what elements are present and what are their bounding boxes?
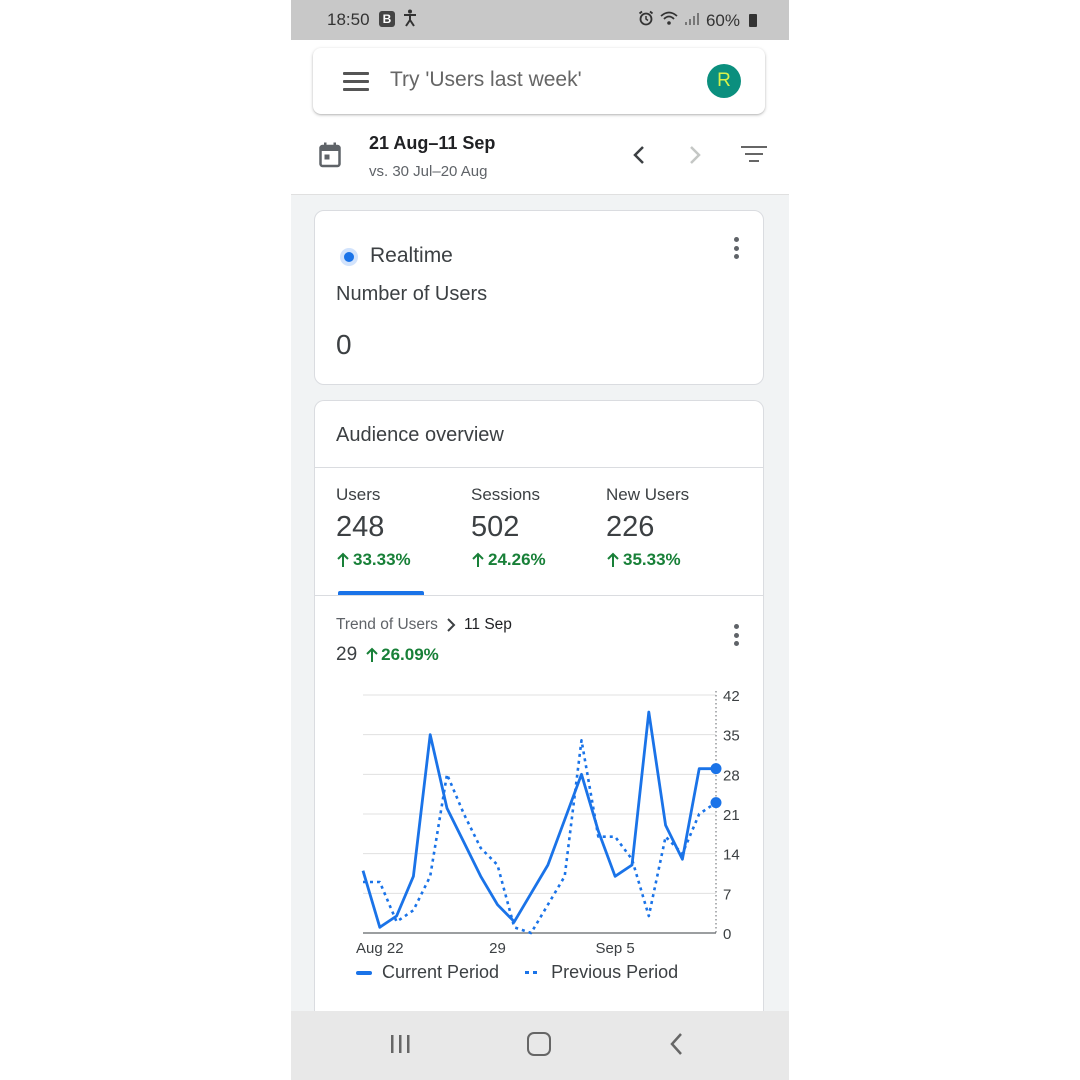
metric-sessions-tab[interactable]: Sessions 502 24.26% [471,485,546,570]
legend-solid-swatch [356,970,372,975]
y-tick-label: 14 [723,847,740,864]
y-tick-label: 28 [723,767,740,784]
metric-change: 35.33% [606,550,689,570]
realtime-dot-icon [340,248,358,266]
accessibility-icon [403,9,417,32]
point-previous-last [710,797,722,809]
notification-b-icon: B [379,11,395,27]
realtime-value: 0 [336,329,352,360]
divider [315,595,763,596]
battery-icon [749,14,757,27]
metric-label: Users [336,485,381,504]
breadcrumb: Trend of Users 11 Sep [336,616,512,634]
divider [315,467,763,468]
chart-legend: Current Period Previous Period [356,962,678,983]
recents-icon[interactable] [389,1033,411,1060]
metric-value: 226 [606,511,655,543]
top-area: Try 'Users last week' R 21 Aug–11 Sep vs… [291,40,789,195]
audience-title: Audience overview [336,424,504,446]
legend-previous: Previous Period [551,962,679,982]
arrow-up-icon [366,647,378,662]
legend-current: Current Period [382,962,500,982]
alarm-icon [638,10,654,31]
arrow-up-icon [472,552,484,567]
system-nav-bar [291,1011,789,1080]
y-tick-label: 7 [723,886,731,903]
signal-icon [684,11,700,31]
realtime-subtitle: Number of Users [336,283,488,305]
metric-value: 502 [471,511,520,543]
wifi-icon [660,11,678,31]
more-vert-icon[interactable] [734,237,740,263]
y-tick-label: 35 [723,728,740,745]
status-bar: 18:50 B 60% [291,0,789,40]
audience-overview-card: Audience overview Users 248 33.33% Sessi… [314,400,764,1080]
metric-new-users-tab[interactable]: New Users 226 35.33% [606,485,689,570]
x-tick-label: 29 [489,940,506,957]
breadcrumb-item: 11 Sep [463,616,512,633]
realtime-title: Realtime [370,244,453,267]
home-icon[interactable] [527,1032,551,1056]
avatar[interactable]: R [707,64,741,98]
metric-label: Sessions [471,485,540,504]
series-line-current [361,710,716,929]
search-input[interactable]: Try 'Users last week' [390,68,582,92]
y-tick-label: 0 [723,926,731,943]
realtime-card[interactable]: Realtime Number of Users 0 [314,210,764,385]
legend-dotted-swatch [525,971,538,974]
series-line-previous [363,739,717,935]
calendar-icon[interactable] [319,142,341,173]
back-icon[interactable] [669,1032,685,1061]
status-time: 18:50 [327,10,370,29]
y-tick-label: 42 [723,688,740,705]
arrow-up-icon [337,552,349,567]
metric-label: New Users [606,485,690,504]
point-current-last [710,763,722,775]
menu-icon[interactable] [343,72,369,91]
metric-change: 33.33% [336,550,411,570]
more-vert-icon[interactable] [734,624,740,650]
previous-period-icon[interactable] [631,144,647,171]
search-bar[interactable]: Try 'Users last week' R [313,48,765,114]
breadcrumb-item: Trend of Users [336,616,438,633]
date-range-main[interactable]: 21 Aug–11 Sep [369,133,495,154]
x-tick-label: Aug 22 [356,940,404,957]
phone-screen: 18:50 B 60% Try 'Users last week' R 21 A… [291,0,789,1080]
next-period-icon[interactable] [687,144,703,171]
date-range-compare[interactable]: vs. 30 Jul–20 Aug [369,163,487,180]
metric-change: 24.26% [471,550,546,570]
filter-icon[interactable] [741,146,767,167]
status-icons: 60% [638,10,757,31]
trend-value: 29 26.09% [336,644,439,665]
metric-value: 248 [336,511,385,543]
y-tick-label: 21 [723,807,740,824]
x-tick-label: Sep 5 [596,940,635,957]
arrow-up-icon [607,552,619,567]
chevron-right-icon [447,618,456,632]
battery-percent: 60% [705,10,740,30]
trend-chart[interactable]: 0 7 14 21 28 35 42 Aug 22 29 Sep 5 [315,671,763,961]
metric-users-tab[interactable]: Users 248 33.33% [336,485,411,570]
